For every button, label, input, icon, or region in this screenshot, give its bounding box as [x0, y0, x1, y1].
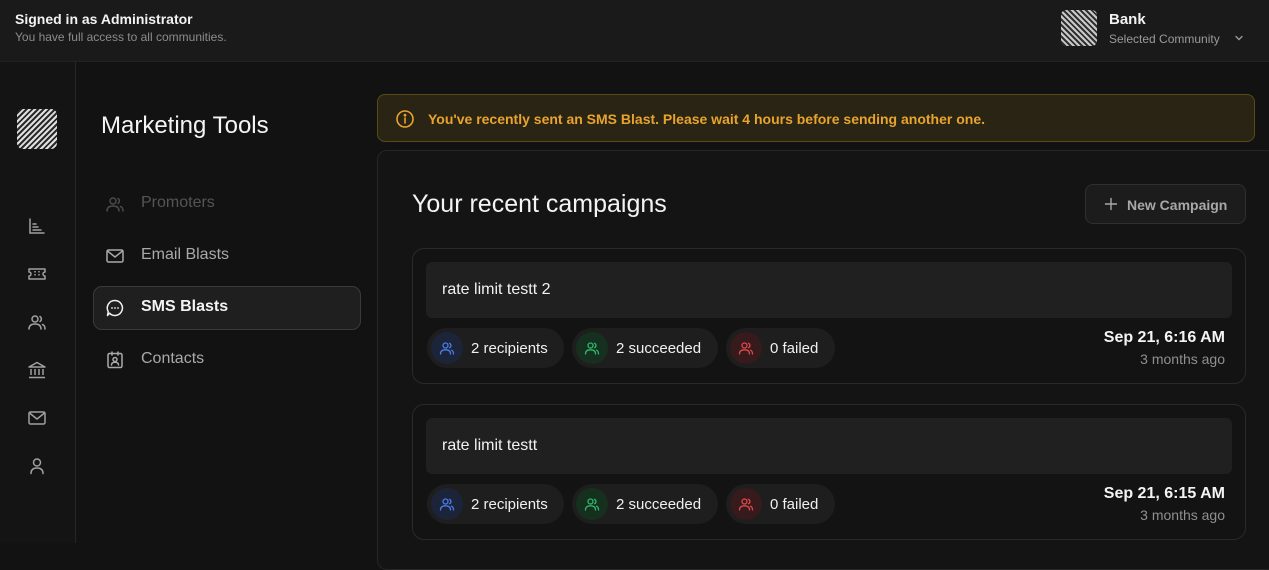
- recipients-count: 2 recipients: [471, 496, 548, 513]
- new-campaign-label: New Campaign: [1127, 197, 1228, 213]
- mail-icon[interactable]: [27, 408, 47, 428]
- nav-item-label: Email Blasts: [141, 246, 230, 263]
- campaigns-panel: Your recent campaigns New Campaign rate …: [377, 150, 1269, 570]
- campaign-relative-time: 3 months ago: [1140, 507, 1225, 523]
- recipients-icon-wrap: [431, 332, 463, 364]
- failed-pill: 0 failed: [726, 484, 835, 524]
- succeeded-icon-wrap: [576, 488, 608, 520]
- campaign-card[interactable]: rate limit testt 2 2 recipients 2 succee…: [412, 248, 1246, 384]
- campaign-name-box: rate limit testt 2: [426, 262, 1232, 318]
- campaign-name: rate limit testt 2: [442, 281, 551, 298]
- nav-item-sms-blasts[interactable]: SMS Blasts: [93, 286, 361, 330]
- community-avatar: [1061, 10, 1097, 46]
- users-icon: [106, 197, 124, 212]
- succeeded-count: 2 succeeded: [616, 496, 702, 513]
- recipients-count: 2 recipients: [471, 340, 548, 357]
- rate-limit-alert: You've recently sent an SMS Blast. Pleas…: [377, 94, 1255, 142]
- users-icon: [738, 342, 754, 355]
- recipients-icon-wrap: [431, 488, 463, 520]
- icon-rail: [0, 62, 76, 543]
- failed-count: 0 failed: [770, 340, 819, 357]
- user-icon[interactable]: [27, 456, 47, 476]
- new-campaign-button[interactable]: New Campaign: [1085, 184, 1246, 224]
- succeeded-pill: 2 succeeded: [572, 484, 718, 524]
- failed-count: 0 failed: [770, 496, 819, 513]
- recipients-pill: 2 recipients: [427, 328, 564, 368]
- community-label: Selected Community: [1109, 32, 1220, 46]
- recipients-pill: 2 recipients: [427, 484, 564, 524]
- community-selector[interactable]: Bank Selected Community: [1061, 10, 1261, 50]
- signed-in-title: Signed in as Administrator: [15, 11, 193, 27]
- nav-item-label: Promoters: [141, 194, 215, 211]
- campaign-date: Sep 21, 6:15 AM: [1103, 485, 1225, 502]
- users-icon: [584, 498, 600, 511]
- users-icon: [439, 498, 455, 511]
- subnav-title: Marketing Tools: [101, 112, 269, 139]
- chat-icon: [106, 299, 124, 317]
- users-icon[interactable]: [27, 312, 47, 332]
- chart-icon[interactable]: [27, 216, 47, 236]
- succeeded-icon-wrap: [576, 332, 608, 364]
- bank-icon[interactable]: [27, 360, 47, 380]
- mail-icon: [106, 249, 124, 263]
- chevron-down-icon: [1235, 35, 1243, 41]
- campaign-name: rate limit testt: [442, 437, 538, 454]
- succeeded-pill: 2 succeeded: [572, 328, 718, 368]
- failed-icon-wrap: [730, 488, 762, 520]
- community-name: Bank: [1109, 11, 1146, 28]
- app-logo[interactable]: [17, 109, 57, 149]
- plus-icon: [1104, 197, 1118, 211]
- alert-message: You've recently sent an SMS Blast. Pleas…: [428, 111, 985, 127]
- succeeded-count: 2 succeeded: [616, 340, 702, 357]
- failed-icon-wrap: [730, 332, 762, 364]
- nav-item-email-blasts[interactable]: Email Blasts: [93, 234, 361, 278]
- campaign-name-box: rate limit testt: [426, 418, 1232, 474]
- campaign-card[interactable]: rate limit testt 2 recipients 2 succeede…: [412, 404, 1246, 540]
- failed-pill: 0 failed: [726, 328, 835, 368]
- campaigns-title: Your recent campaigns: [412, 190, 667, 218]
- users-icon: [439, 342, 455, 355]
- users-icon: [584, 342, 600, 355]
- signed-in-subtitle: You have full access to all communities.: [15, 30, 227, 44]
- users-icon: [738, 498, 754, 511]
- nav-item-label: SMS Blasts: [141, 298, 229, 315]
- nav-item-promoters[interactable]: Promoters: [93, 182, 361, 226]
- nav-item-label: Contacts: [141, 350, 205, 367]
- campaign-relative-time: 3 months ago: [1140, 351, 1225, 367]
- info-icon: [396, 110, 414, 128]
- top-bar: Signed in as Administrator You have full…: [0, 0, 1269, 62]
- marketing-subnav: Marketing Tools Promoters Email Blasts S…: [77, 62, 377, 543]
- ticket-icon[interactable]: [27, 264, 47, 284]
- nav-item-contacts[interactable]: Contacts: [93, 338, 361, 382]
- contact-card-icon: [107, 351, 123, 369]
- campaign-date: Sep 21, 6:16 AM: [1103, 329, 1225, 346]
